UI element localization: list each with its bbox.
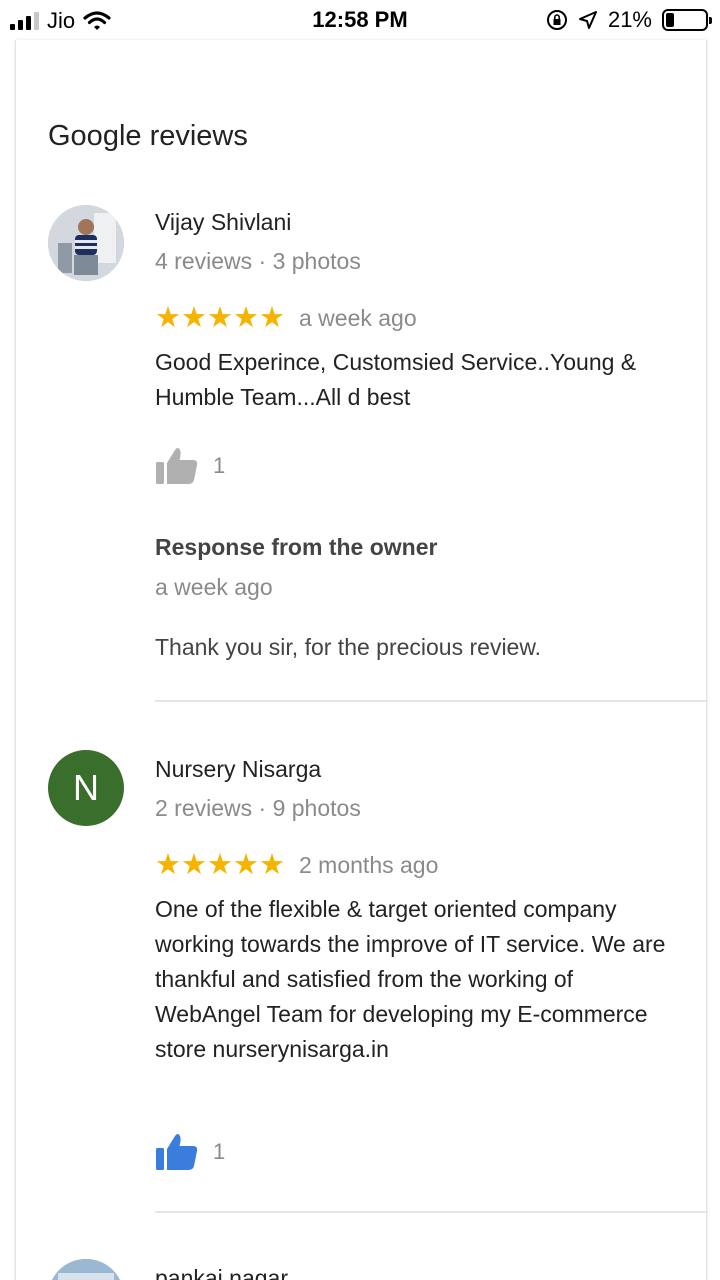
reviews-card: Google reviews Vijay Shivlani 4 reviews … <box>15 40 708 1280</box>
reviewer-meta: 2 reviews · 9 photos <box>155 795 361 821</box>
review-text: One of the flexible & target oriented co… <box>155 896 666 1062</box>
rotation-lock-icon <box>546 10 567 30</box>
like-count: 1 <box>213 453 226 478</box>
owner-response-text: Thank you sir, for the precious review. <box>155 634 542 660</box>
battery-percent: 21% <box>607 7 652 32</box>
reviewer-name[interactable]: pankaj nagar <box>155 1265 288 1280</box>
review-divider <box>155 1211 708 1213</box>
reviewer-meta: 4 reviews · 3 photos <box>155 248 361 274</box>
status-bar: Jio 12:58 PM 21% <box>0 0 720 40</box>
review-divider <box>155 700 708 702</box>
landscape-photo-icon <box>48 1259 124 1280</box>
like-control[interactable]: 1 <box>155 1132 225 1172</box>
review-text: Good Experince, Customsied Service..Youn… <box>155 349 637 410</box>
owner-response-title: Response from the owner <box>155 534 438 560</box>
owner-response-time: a week ago <box>155 574 273 600</box>
rating-line: ★★★★★ a week ago <box>155 304 417 333</box>
reviewer-name[interactable]: Vijay Shivlani <box>155 209 291 236</box>
star-rating: ★★★★★ <box>155 302 285 334</box>
review-time: a week ago <box>299 305 417 331</box>
like-control[interactable]: 1 <box>155 446 225 486</box>
avatar-letter: N <box>73 767 99 808</box>
person-photo-icon <box>48 205 124 281</box>
battery-icon <box>662 9 712 31</box>
thumbs-up-icon[interactable] <box>155 446 199 486</box>
reviewer-name[interactable]: Nursery Nisarga <box>155 756 321 783</box>
review-time: 2 months ago <box>299 852 439 878</box>
reviewer-avatar[interactable]: N <box>48 750 124 826</box>
reviewer-avatar[interactable] <box>48 205 124 281</box>
location-arrow-icon <box>578 11 597 29</box>
section-title: Google reviews <box>48 120 248 152</box>
thumbs-up-icon[interactable] <box>155 1132 199 1172</box>
reviewer-avatar[interactable] <box>48 1259 124 1280</box>
like-count: 1 <box>213 1139 226 1164</box>
star-rating: ★★★★★ <box>155 849 285 881</box>
status-right: 21% <box>546 7 712 33</box>
rating-line: ★★★★★ 2 months ago <box>155 851 438 880</box>
